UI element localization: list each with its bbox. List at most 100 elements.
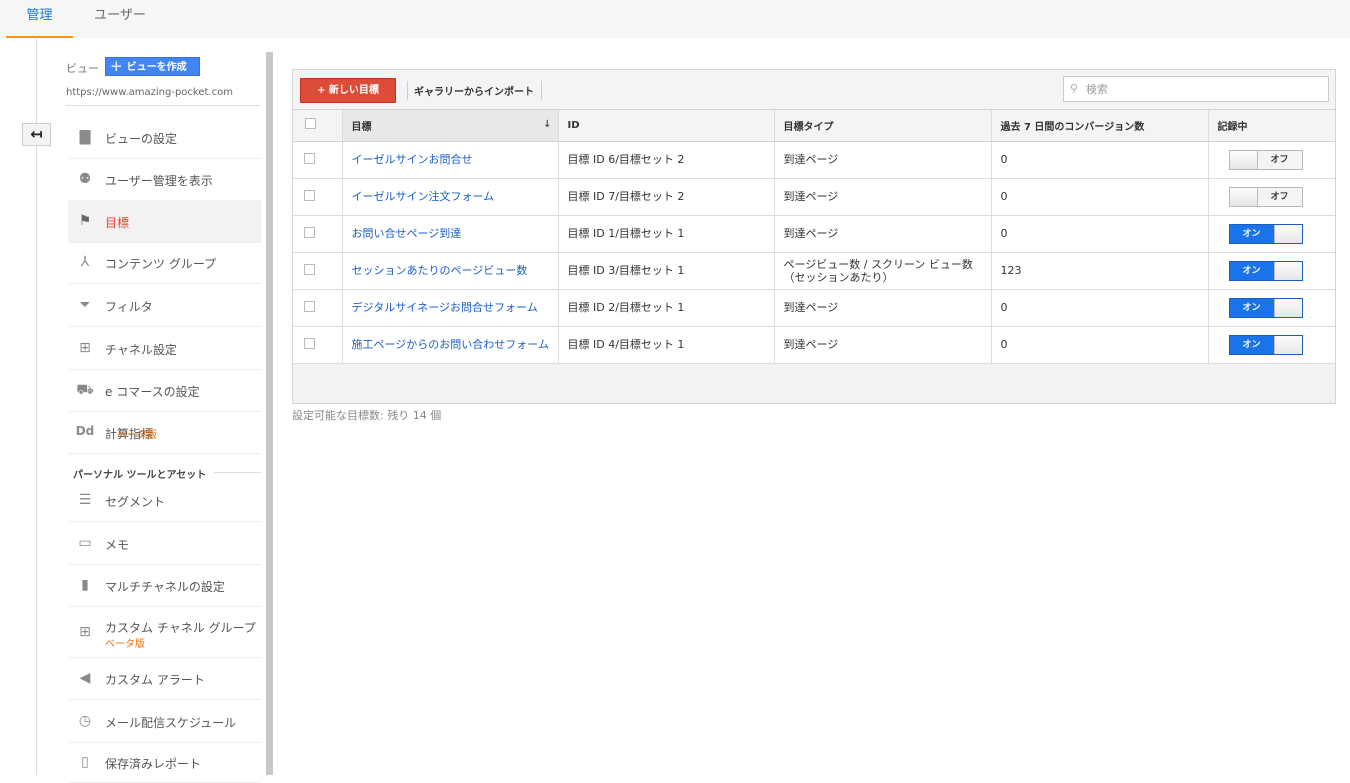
- table-row: デジタルサイネージお問合せフォーム 目標 ID 2/目標セット 1 到達ページ 0 オン: [293, 289, 1335, 327]
- sidebar-item-main-1[interactable]: ⚉ ユーザー管理を表示: [68, 159, 261, 201]
- recording-cell: オン: [1208, 326, 1335, 364]
- row-select-cell: [293, 289, 343, 327]
- goal-type-cell: 到達ページ: [774, 215, 992, 253]
- row-select-cell: [293, 141, 343, 179]
- channel-icon: ⊞: [79, 623, 91, 640]
- sidebar-item-label: カスタム チャネル グループ: [105, 620, 256, 635]
- recording-cell: オフ: [1208, 141, 1335, 179]
- bar-chart-icon: ▮: [81, 577, 89, 593]
- toggle-state-label: オン: [1242, 265, 1261, 276]
- conversions-cell: 0: [991, 215, 1209, 253]
- row-checkbox[interactable]: [304, 337, 315, 349]
- toggle-knob: [1273, 298, 1302, 317]
- search-input[interactable]: [1086, 80, 1321, 98]
- conversions-cell: 0: [991, 178, 1209, 216]
- goal-type-cell: 到達ページ: [774, 289, 992, 327]
- filter-icon: ⏷: [79, 297, 91, 313]
- goal-link[interactable]: デジタルサイネージお問合せフォーム: [352, 301, 538, 314]
- sidebar-item-main-5[interactable]: ⊞ チャネル設定: [68, 327, 261, 370]
- tab-user[interactable]: ユーザー: [80, 0, 160, 38]
- conversions-cell: 0: [991, 326, 1209, 364]
- sidebar-item-label: 保存済みレポート: [105, 757, 202, 771]
- row-checkbox[interactable]: [304, 189, 315, 201]
- sidebar-item-main-6[interactable]: ⛟ e コマースの設定: [68, 370, 261, 412]
- table-row: セッションあたりのページビュー数 目標 ID 3/目標セット 1 ページビュー数 /…: [293, 252, 1335, 290]
- sidebar-item-label: メモ: [105, 537, 130, 552]
- toggle-knob: [1229, 150, 1258, 169]
- recording-toggle[interactable]: オフ: [1228, 149, 1303, 170]
- goal-id-cell: 目標 ID 7/目標セット 2: [558, 178, 775, 216]
- back-arrow-button[interactable]: ↤: [22, 123, 51, 146]
- sidebar-scrollbar[interactable]: [266, 52, 273, 775]
- header-id[interactable]: ID: [558, 110, 775, 142]
- sidebar-item-personal-5[interactable]: ◷ メール配信スケジュール: [68, 700, 261, 743]
- sidebar-item-personal-4[interactable]: ◀ カスタム アラート: [68, 658, 261, 700]
- goal-link[interactable]: セッションあたりのページビュー数: [352, 264, 528, 277]
- goal-link[interactable]: お問い合せページ到達: [352, 227, 462, 240]
- goal-id-cell: 目標 ID 3/目標セット 1: [558, 252, 775, 290]
- select-all-checkbox[interactable]: [305, 118, 316, 130]
- sort-down-icon: ↓: [543, 119, 552, 130]
- toolbar-divider: [541, 81, 542, 100]
- create-view-button[interactable]: + ビューを作成: [105, 57, 200, 76]
- recording-toggle[interactable]: オン: [1228, 260, 1303, 281]
- goal-id-cell: 目標 ID 1/目標セット 1: [558, 215, 775, 253]
- recording-toggle[interactable]: オン: [1228, 223, 1303, 244]
- toggle-knob: [1273, 335, 1302, 354]
- recording-toggle[interactable]: オン: [1228, 297, 1303, 318]
- goal-link[interactable]: イーゼルサインお問合せ: [352, 153, 473, 166]
- recording-toggle[interactable]: オフ: [1228, 186, 1303, 207]
- goal-link[interactable]: 施工ページからのお問い合わせフォーム: [352, 338, 549, 351]
- sidebar-item-personal-3[interactable]: ⊞ カスタム チャネル グループ ベータ版: [68, 607, 261, 658]
- sidebar-item-personal-0[interactable]: ☰ セグメント: [68, 480, 261, 522]
- goal-type-cell: 到達ページ: [774, 141, 992, 179]
- goal-name-cell: デジタルサイネージお問合せフォーム: [342, 289, 559, 327]
- users-icon: ⚉: [78, 171, 92, 187]
- goal-id-cell: 目標 ID 2/目標セット 1: [558, 289, 775, 327]
- goals-table: 目標 ↓ ID 目標タイプ 過去 7 日間のコンバージョン数 記録中 イーゼルサイ…: [293, 110, 1335, 364]
- alarm-clock-icon: ◷: [78, 712, 92, 729]
- saved-report-icon: ▯: [81, 754, 89, 770]
- channel-icon: ⊞: [79, 339, 91, 356]
- toggle-state-label: オン: [1242, 302, 1261, 313]
- table-row: お問い合せページ到達 目標 ID 1/目標セット 1 到達ページ 0 オン: [293, 215, 1335, 253]
- sidebar-item-label: フィルタ: [105, 300, 153, 314]
- row-checkbox[interactable]: [304, 226, 315, 238]
- table-header-row: 目標 ↓ ID 目標タイプ 過去 7 日間のコンバージョン数 記録中: [293, 110, 1335, 142]
- sidebar-item-label: コンテンツ グループ: [105, 257, 217, 271]
- goal-name-cell: お問い合せページ到達: [342, 215, 559, 253]
- section-divider: [214, 472, 261, 473]
- toggle-knob: [1273, 261, 1302, 280]
- select-all-cell: [293, 110, 343, 142]
- sidebar-item-label: ユーザー管理を表示: [105, 174, 213, 188]
- sidebar-item-personal-2[interactable]: ▮ マルチチャネルの設定: [68, 565, 261, 607]
- sidebar-item-main-3[interactable]: ⅄ コンテンツ グループ: [68, 242, 261, 284]
- sidebar-item-personal-6[interactable]: ▯ 保存済みレポート: [68, 743, 261, 783]
- toggle-state-label: オン: [1242, 339, 1261, 350]
- table-row: イーゼルサインお問合せ 目標 ID 6/目標セット 2 到達ページ 0 オフ: [293, 141, 1335, 179]
- sidebar-item-main-7[interactable]: Dd 計算指標 ベータ版: [68, 412, 261, 454]
- row-checkbox[interactable]: [304, 152, 315, 164]
- header-conversions[interactable]: 過去 7 日間のコンバージョン数: [991, 110, 1209, 142]
- document-icon: ▇: [79, 129, 91, 145]
- gutter-line: [36, 146, 37, 775]
- goal-link[interactable]: イーゼルサイン注文フォーム: [352, 190, 495, 203]
- row-checkbox[interactable]: [304, 263, 315, 275]
- sidebar-item-label: マルチチャネルの設定: [105, 580, 225, 594]
- sidebar-item-personal-1[interactable]: ▭ メモ: [68, 522, 261, 565]
- sidebar-item-main-2[interactable]: ⚑ 目標: [68, 200, 261, 243]
- header-goal[interactable]: 目標 ↓: [342, 110, 559, 142]
- header-goal-type[interactable]: 目標タイプ: [774, 110, 992, 142]
- table-row: 施工ページからのお問い合わせフォーム 目標 ID 4/目標セット 1 到達ページ 0 オ…: [293, 326, 1335, 364]
- sidebar-item-main-4[interactable]: ⏷ フィルタ: [68, 285, 261, 327]
- new-goal-button[interactable]: + 新しい目標: [300, 78, 396, 103]
- sidebar-item-main-0[interactable]: ▇ ビューの設定: [68, 117, 261, 159]
- recording-toggle[interactable]: オン: [1228, 334, 1303, 355]
- header-recording[interactable]: 記録中: [1208, 110, 1335, 142]
- header-goal-label: 目標: [351, 121, 372, 133]
- import-from-gallery-link[interactable]: ギャラリーからインポート: [414, 83, 534, 98]
- tab-admin[interactable]: 管理: [6, 0, 73, 38]
- toolbar-divider: [407, 81, 408, 100]
- row-checkbox[interactable]: [304, 300, 315, 312]
- personal-tools-heading: パーソナル ツールとアセット: [73, 470, 207, 481]
